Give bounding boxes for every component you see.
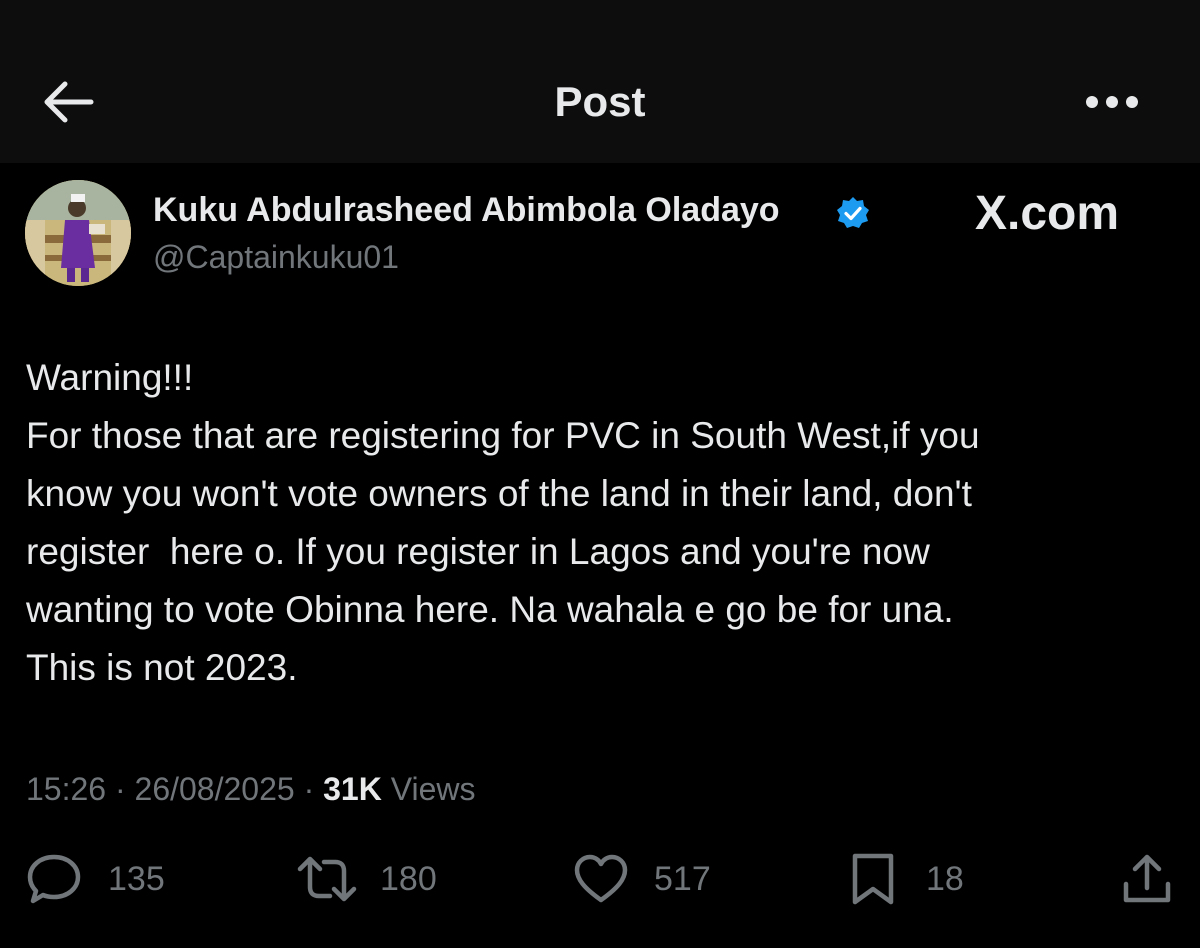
avatar[interactable] [25, 180, 131, 286]
back-button[interactable] [38, 76, 98, 128]
views-label: Views [381, 771, 476, 807]
post-meta: 15:26 · 26/08/2025 · 31K Views [26, 768, 475, 810]
post-line: This is not 2023. [26, 647, 298, 688]
more-horizontal-icon [1086, 96, 1138, 108]
bookmark-button[interactable]: 18 [850, 850, 964, 908]
top-bar [0, 0, 1200, 163]
post-text: Warning!!! For those that are registerin… [26, 349, 1176, 697]
bookmark-icon [852, 853, 894, 905]
post-line: Warning!!! [26, 357, 194, 398]
reply-count: 135 [108, 860, 165, 898]
bookmark-count: 18 [926, 860, 964, 898]
reply-button[interactable]: 135 [26, 850, 165, 908]
more-options-button[interactable] [1080, 78, 1144, 126]
share-icon [1123, 854, 1171, 903]
repost-icon [297, 856, 357, 902]
arrow-left-icon [44, 81, 94, 123]
post-line: For those that are registering for PVC i… [26, 415, 980, 456]
x-com-watermark: X.com [975, 187, 1120, 240]
share-button[interactable] [1120, 850, 1174, 908]
views-count[interactable]: 31K [323, 771, 382, 807]
post-date: 26/08/2025 [134, 771, 295, 807]
meta-separator: · [294, 771, 324, 807]
like-count: 517 [654, 860, 711, 898]
meta-separator: · [106, 771, 135, 807]
repost-button[interactable]: 180 [296, 850, 437, 908]
post-line: know you won't vote owners of the land i… [26, 473, 972, 514]
author-handle[interactable]: @Captainkuku01 [153, 236, 399, 278]
repost-count: 180 [380, 860, 437, 898]
heart-icon [574, 854, 628, 903]
author-name[interactable]: Kuku Abdulrasheed Abimbola Oladayo [153, 189, 780, 231]
avatar-image [25, 180, 131, 286]
post-line: wanting to vote Obinna here. Na wahala e… [26, 589, 954, 630]
like-button[interactable]: 517 [574, 850, 711, 908]
reply-icon [27, 854, 81, 904]
post-time: 15:26 [26, 771, 107, 807]
post-line: register here o. If you register in Lago… [26, 531, 930, 572]
verified-badge-icon [837, 197, 869, 228]
